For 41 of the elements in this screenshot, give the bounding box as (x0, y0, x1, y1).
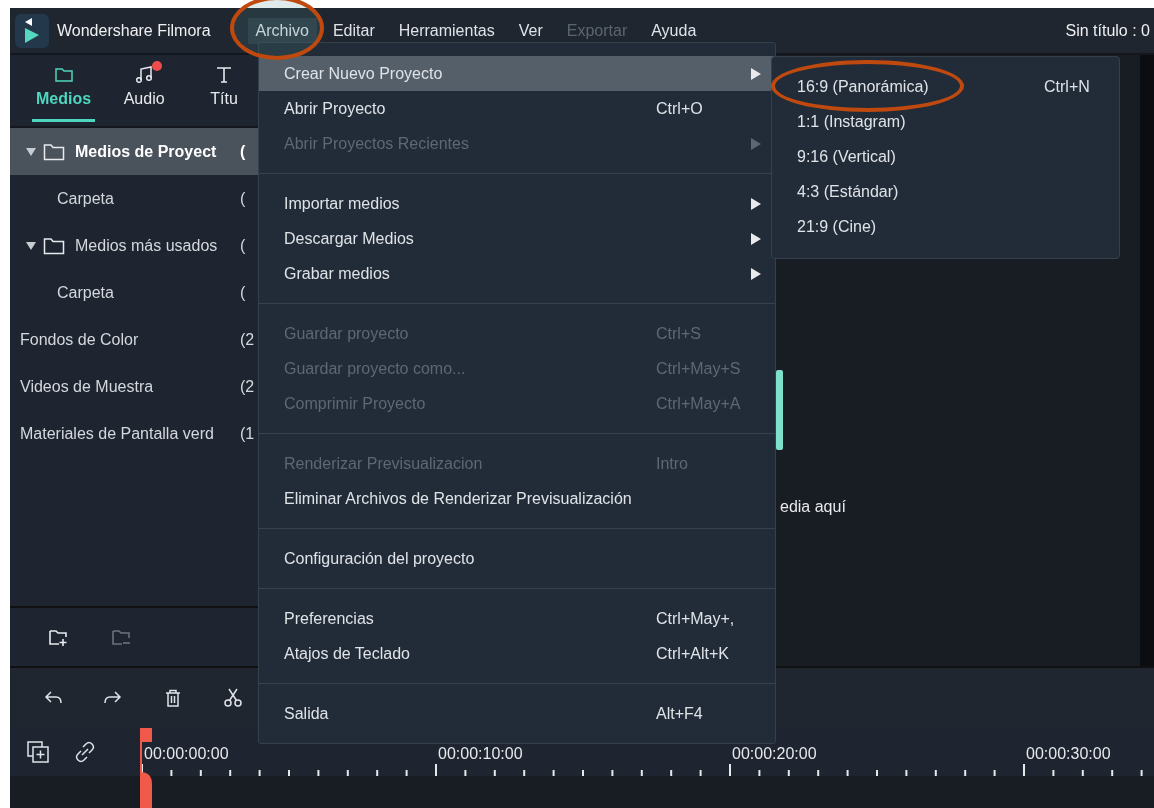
menu-item[interactable]: Crear Nuevo Proyecto (259, 56, 775, 91)
menu-item[interactable]: Eliminar Archivos de Renderizar Previsualización (259, 481, 775, 516)
menu-item[interactable]: Salida Alt+F4 (259, 696, 775, 731)
timecode: 00:00:00:00 (143, 745, 230, 763)
app-name: Wondershare Filmora (57, 21, 211, 40)
menu-item[interactable]: Descargar Medios (259, 221, 775, 256)
drop-hint-text: edia aquí (780, 498, 846, 516)
menu-bar-item[interactable]: Ayuda (643, 17, 705, 44)
media-tab[interactable]: Audio (113, 55, 176, 122)
add-track-icon[interactable] (26, 740, 50, 764)
menu-item[interactable]: 21:9 (Cine) (772, 209, 1119, 244)
trash-icon[interactable] (163, 688, 183, 708)
project-title: Sin título : 0 (1065, 21, 1150, 40)
folder-icon (43, 142, 65, 161)
folder-icon (53, 65, 74, 83)
expand-arrow-icon[interactable] (25, 240, 37, 251)
timecode: 00:00:30:00 (1025, 745, 1112, 763)
app-logo-icon (15, 13, 49, 48)
media-tab[interactable]: Medios (32, 55, 96, 122)
scissors-icon[interactable] (223, 688, 243, 708)
menu-item[interactable]: Abrir Proyecto Ctrl+O (259, 91, 775, 126)
folder-plus-icon[interactable] (48, 627, 69, 647)
menu-item[interactable]: 4:3 (Estándar) (772, 174, 1119, 209)
link-icon[interactable] (74, 741, 96, 763)
menu-item[interactable]: 9:16 (Vertical) (772, 139, 1119, 174)
menu-bar-item[interactable]: Editar (324, 17, 383, 44)
media-tab[interactable]: Títu (193, 55, 256, 122)
menu-bar-item[interactable]: Ver (510, 17, 551, 44)
menu-bar-item[interactable]: Archivo (247, 17, 317, 44)
menu-item[interactable]: Preferencias Ctrl+May+, (259, 601, 775, 636)
menu-item[interactable]: Grabar medios (259, 256, 775, 291)
menu-item[interactable]: Importar medios (259, 186, 775, 221)
expand-arrow-icon[interactable] (25, 146, 37, 157)
timecode: 00:00:10:00 (437, 745, 524, 763)
media-drop-icon (776, 370, 783, 450)
folder-icon (43, 236, 65, 255)
menu-bar-item[interactable]: Herramientas (390, 17, 503, 44)
menu-item[interactable]: Atajos de Teclado Ctrl+Alt+K (259, 636, 775, 671)
music-note-icon (134, 65, 155, 83)
timecode: 00:00:20:00 (731, 745, 818, 763)
menu-item[interactable]: Configuración del proyecto (259, 541, 775, 576)
